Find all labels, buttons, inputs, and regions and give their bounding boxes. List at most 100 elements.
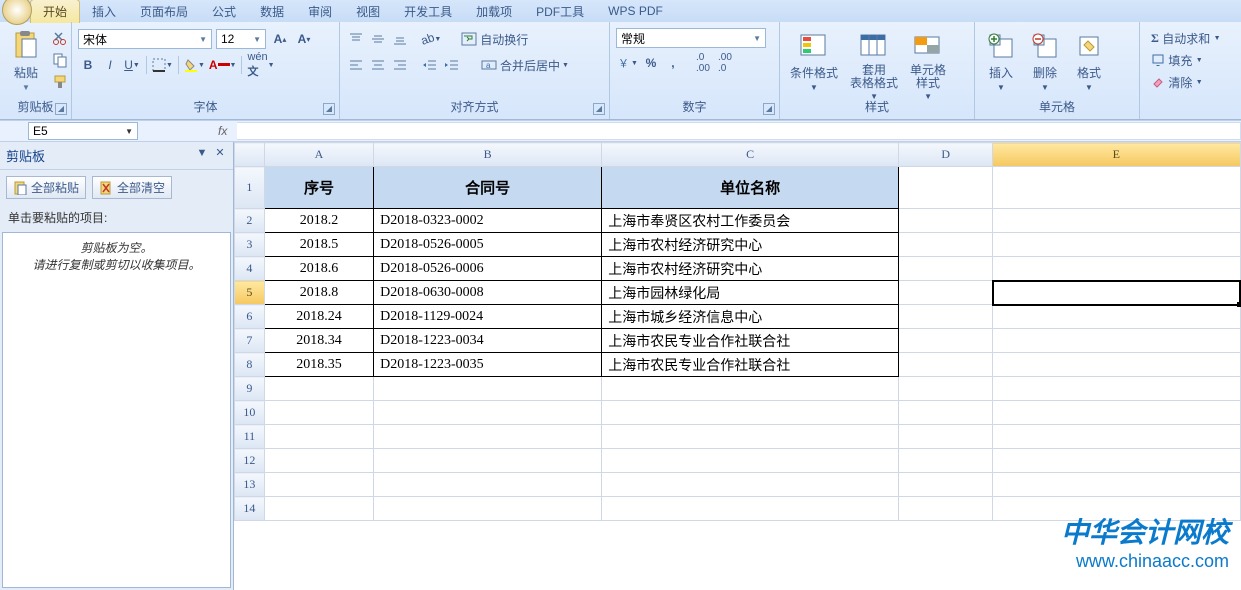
increase-decimal-button[interactable]: .0.00 <box>693 53 713 73</box>
tab-6[interactable]: 视图 <box>344 0 392 23</box>
col-header-B[interactable]: B <box>374 143 602 167</box>
cell-A14[interactable] <box>264 497 373 521</box>
number-format-combo[interactable]: 常规▼ <box>616 28 766 48</box>
paste-button[interactable]: 粘贴 ▼ <box>6 28 46 94</box>
paste-all-button[interactable]: 全部粘贴 <box>6 176 86 199</box>
fx-icon[interactable]: fx <box>218 124 227 138</box>
formula-input[interactable] <box>237 122 1241 140</box>
cell-E8[interactable] <box>993 353 1240 377</box>
cell-E1[interactable] <box>993 167 1240 209</box>
cell-C9[interactable] <box>602 377 899 401</box>
cell-D14[interactable] <box>899 497 993 521</box>
cell-C14[interactable] <box>602 497 899 521</box>
cell-A10[interactable] <box>264 401 373 425</box>
cell-A11[interactable] <box>264 425 373 449</box>
cell-D8[interactable] <box>899 353 993 377</box>
font-color-button[interactable]: A▼ <box>208 55 238 75</box>
row-header-13[interactable]: 13 <box>235 473 265 497</box>
cell-D1[interactable] <box>899 167 993 209</box>
increase-indent-button[interactable] <box>442 55 462 75</box>
cell-E5[interactable] <box>993 281 1240 305</box>
align-left-button[interactable] <box>346 55 366 75</box>
tab-7[interactable]: 开发工具 <box>392 0 464 23</box>
format-cells-button[interactable]: 格式▼ <box>1069 28 1109 94</box>
delete-cells-button[interactable]: 删除▼ <box>1025 28 1065 94</box>
cell-D11[interactable] <box>899 425 993 449</box>
cell-E3[interactable] <box>993 233 1240 257</box>
cell-C2[interactable]: 上海市奉贤区农村工作委员会 <box>602 209 899 233</box>
cell-C6[interactable]: 上海市城乡经济信息中心 <box>602 305 899 329</box>
cell-D10[interactable] <box>899 401 993 425</box>
cell-B13[interactable] <box>374 473 602 497</box>
tab-3[interactable]: 公式 <box>200 0 248 23</box>
cell-C4[interactable]: 上海市农村经济研究中心 <box>602 257 899 281</box>
cell-A5[interactable]: 2018.8 <box>264 281 373 305</box>
align-launcher[interactable]: ◢ <box>593 103 605 115</box>
border-button[interactable]: ▼ <box>151 55 174 75</box>
pane-close-icon[interactable]: ✕ <box>213 146 227 160</box>
cell-B5[interactable]: D2018-0630-0008 <box>374 281 602 305</box>
decrease-indent-button[interactable] <box>420 55 440 75</box>
cell-C12[interactable] <box>602 449 899 473</box>
tab-5[interactable]: 审阅 <box>296 0 344 23</box>
row-header-4[interactable]: 4 <box>235 257 265 281</box>
cell-E12[interactable] <box>993 449 1240 473</box>
cell-D12[interactable] <box>899 449 993 473</box>
bold-button[interactable]: B <box>78 55 98 75</box>
pane-menu-icon[interactable]: ▼ <box>195 146 209 160</box>
merge-center-button[interactable]: a合并后居中▼ <box>476 55 574 75</box>
number-launcher[interactable]: ◢ <box>763 103 775 115</box>
cell-D13[interactable] <box>899 473 993 497</box>
cell-A8[interactable]: 2018.35 <box>264 353 373 377</box>
row-header-10[interactable]: 10 <box>235 401 265 425</box>
cell-B3[interactable]: D2018-0526-0005 <box>374 233 602 257</box>
row-header-9[interactable]: 9 <box>235 377 265 401</box>
select-all-corner[interactable] <box>235 143 265 167</box>
decrease-decimal-button[interactable]: .00.0 <box>715 53 735 73</box>
cell-B1[interactable]: 合同号 <box>374 167 602 209</box>
col-header-C[interactable]: C <box>602 143 899 167</box>
cell-A13[interactable] <box>264 473 373 497</box>
autosum-button[interactable]: Σ 自动求和 ▼ <box>1146 28 1226 48</box>
clipboard-launcher[interactable]: ◢ <box>55 103 67 115</box>
cell-E9[interactable] <box>993 377 1240 401</box>
col-header-A[interactable]: A <box>264 143 373 167</box>
cell-B10[interactable] <box>374 401 602 425</box>
percent-button[interactable]: % <box>641 53 661 73</box>
row-header-5[interactable]: 5 <box>235 281 265 305</box>
cell-A9[interactable] <box>264 377 373 401</box>
row-header-6[interactable]: 6 <box>235 305 265 329</box>
cell-E10[interactable] <box>993 401 1240 425</box>
fill-button[interactable]: 填充 ▼ <box>1146 50 1208 70</box>
cell-B11[interactable] <box>374 425 602 449</box>
clear-button[interactable]: 清除 ▼ <box>1146 72 1208 92</box>
row-header-12[interactable]: 12 <box>235 449 265 473</box>
wrap-text-button[interactable]: 自动换行 <box>456 29 533 49</box>
cell-C13[interactable] <box>602 473 899 497</box>
row-header-3[interactable]: 3 <box>235 233 265 257</box>
cell-B14[interactable] <box>374 497 602 521</box>
cell-B4[interactable]: D2018-0526-0006 <box>374 257 602 281</box>
fill-color-button[interactable]: ▼ <box>183 55 206 75</box>
cell-A12[interactable] <box>264 449 373 473</box>
tab-9[interactable]: PDF工具 <box>524 0 596 23</box>
cell-C5[interactable]: 上海市园林绿化局 <box>602 281 899 305</box>
comma-button[interactable]: , <box>663 53 683 73</box>
cell-C11[interactable] <box>602 425 899 449</box>
cell-D9[interactable] <box>899 377 993 401</box>
cell-A3[interactable]: 2018.5 <box>264 233 373 257</box>
align-top-button[interactable] <box>346 29 366 49</box>
cell-C1[interactable]: 单位名称 <box>602 167 899 209</box>
cell-styles-button[interactable]: 单元格 样式▼ <box>906 28 950 103</box>
cell-B6[interactable]: D2018-1129-0024 <box>374 305 602 329</box>
format-painter-button[interactable] <box>50 72 70 92</box>
cell-E13[interactable] <box>993 473 1240 497</box>
cut-button[interactable] <box>50 28 70 48</box>
insert-cells-button[interactable]: 插入▼ <box>981 28 1021 94</box>
tab-2[interactable]: 页面布局 <box>128 0 200 23</box>
cell-A2[interactable]: 2018.2 <box>264 209 373 233</box>
format-as-table-button[interactable]: 套用 表格格式▼ <box>846 28 902 103</box>
grow-font-button[interactable]: A▴ <box>270 29 290 49</box>
align-center-button[interactable] <box>368 55 388 75</box>
cell-B2[interactable]: D2018-0323-0002 <box>374 209 602 233</box>
